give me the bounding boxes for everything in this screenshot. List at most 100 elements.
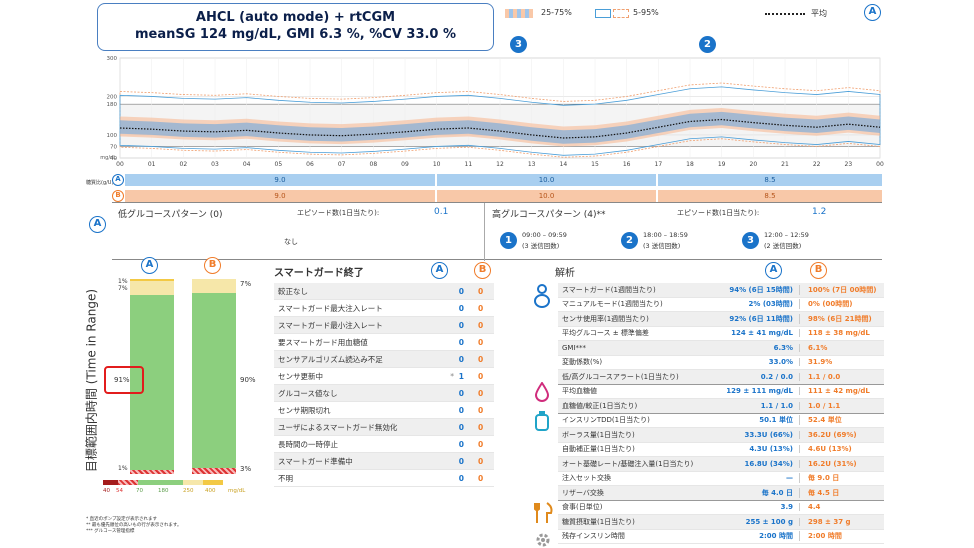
pattern-divider: [484, 203, 485, 261]
low-pattern-episodes-label: エピソード数(1日当たり):: [297, 209, 380, 217]
high-pattern-episodes: 1.2: [812, 207, 827, 217]
tir-a-low: [130, 470, 174, 474]
analysis-row-a: 毎 4.0 日: [761, 488, 793, 497]
footnote-3: *** グルコース管理指標: [86, 529, 135, 534]
analysis-row-b: 毎 4.5 日: [799, 487, 884, 498]
pattern-section: 低グルコースパターン (0) エピソード数(1日当たり): 0.1 なし 高グル…: [112, 202, 882, 261]
basal-a-seg1: 9.0: [125, 174, 437, 186]
smartguard-row: センサ期限切れ 0 0: [274, 402, 494, 419]
blood-drop-icon: [535, 382, 549, 402]
scale-high: [183, 480, 203, 485]
smartguard-row: ユーザによるスマートガード無効化 0 0: [274, 419, 494, 436]
smartguard-row-a: 0: [458, 388, 464, 398]
legend-a-badge: A: [864, 4, 881, 21]
analysis-row-label: 平均グルコース ± 標準偏差: [562, 329, 649, 338]
smartguard-row: グルコース値なし 0 0: [274, 385, 494, 402]
analysis-row-b: 111 ± 42 mg/dL: [799, 387, 884, 396]
high-pattern-1-count: (3 送信回数): [522, 242, 560, 250]
smartguard-row-b: 0: [478, 337, 484, 347]
x-tick-label: 04: [243, 161, 251, 168]
analysis-row: センサ使用率(1週間当たり) 92% (6日 11時間) 98% (6日 21時間): [558, 312, 884, 327]
tir-b-low: [192, 468, 236, 474]
analysis-row: 残存インスリン時間 2:00 時間 2:00 時間: [558, 530, 884, 544]
smartguard-row: センサアルゴリズム読込み不足 0 0: [274, 351, 494, 368]
basal-b-seg3: 8.5: [764, 192, 776, 200]
analysis-row: 食事(日単位) 3.9 4.4: [558, 501, 884, 515]
analysis-row-label: マニュアルモード(1週間当たり): [562, 300, 663, 309]
x-tick-label: 08: [370, 161, 378, 168]
x-tick-label: 20: [750, 161, 758, 168]
header-stats: meanSG 124 mg/dL, GMI 6.3 %, %CV 33.0 %: [134, 27, 457, 42]
tir-scale-labels: 40 54 70 180 250 400 mg/dL: [103, 488, 253, 496]
smartguard-title: スマートガード終了: [274, 268, 364, 279]
basal-a-badge: A: [112, 174, 124, 186]
analysis-row: マニュアルモード(1週間当たり) 2% (03時間) 0% (00時間): [558, 298, 884, 312]
x-tick-label: 07: [338, 161, 346, 168]
analysis-row-label: センサ使用率(1週間当たり): [562, 314, 649, 323]
smartguard-row-label: 長時間の一時停止: [278, 439, 338, 449]
tir-b-bottom-label: 3%: [240, 465, 252, 473]
legend-range-label: 5-95%: [633, 8, 659, 17]
analysis-row-label: 糖質摂取量(1日当たり): [562, 517, 635, 526]
y-tick-label: 70: [110, 144, 117, 150]
x-tick-label: 10: [433, 161, 441, 168]
legend-range-swatch-a: [595, 9, 611, 18]
analysis-row-label: ボーラス量(1日当たり): [562, 430, 635, 439]
legend-iqr-label: 25-75%: [541, 8, 572, 17]
smartguard-row-label: 較正なし: [278, 286, 308, 296]
analysis-row-b: 52.4 単位: [799, 415, 884, 426]
scale-very-high: [203, 480, 223, 485]
analysis-row-label: スマートガード(1週間当たり): [562, 285, 656, 294]
x-tick-label: 21: [781, 161, 789, 168]
analysis-row-b: 1.0 / 1.1: [799, 401, 884, 410]
analysis-row-a: 92% (6日 11時間): [729, 314, 793, 323]
y-unit-label: mg/dL: [100, 155, 116, 161]
basal-a-row: 9.0 10.0 8.5: [125, 174, 882, 186]
legend-mean-line: [765, 13, 805, 15]
scale-low: [118, 480, 138, 485]
basal-a-seg3: 8.5: [764, 176, 776, 184]
x-tick-label: 15: [591, 161, 599, 168]
analysis-row-label: インスリンTDD(1日当たり): [562, 416, 650, 425]
x-tick-label: 13: [528, 161, 536, 168]
high-pattern-2-time: 18:00 – 18:59: [643, 231, 688, 239]
analysis-row-b: 0% (00時間): [799, 299, 884, 310]
smartguard-row-a: 0: [458, 320, 464, 330]
smartguard-row-label: スマートガード準備中: [278, 456, 353, 466]
analysis-row-a: 124 ± 41 mg/dL: [731, 329, 793, 338]
header-box: AHCL (auto mode) + rtCGM meanSG 124 mg/d…: [97, 3, 494, 51]
analysis-row-a: 2:00 時間: [759, 532, 793, 541]
analysis-row-a: 1.1 / 1.0: [760, 401, 793, 410]
analysis-a-badge: A: [765, 262, 782, 279]
x-tick-label: 22: [813, 161, 821, 168]
legend-range-swatch-b: [613, 9, 629, 18]
smartguard-row-a: 0: [458, 473, 464, 483]
analysis-row-b: 98% (6日 21時間): [799, 313, 884, 324]
analysis-row: 平均グルコース ± 標準偏差 124 ± 41 mg/dL 118 ± 38 mg/…: [558, 327, 884, 341]
x-tick-label: 06: [306, 161, 314, 168]
y-tick-label: 100: [107, 133, 118, 139]
x-tick-label: 17: [655, 161, 663, 168]
x-tick-label: 19: [718, 161, 726, 168]
smartguard-row-a: 0: [458, 439, 464, 449]
smartguard-row-label: スマートガード最大注入レート: [278, 303, 383, 313]
analysis-row-b: 100% (7日 00時間): [799, 284, 884, 295]
analysis-row-label: 自動補正量(1日当たり): [562, 445, 635, 454]
smartguard-row-label: センサ更新中: [278, 371, 323, 381]
legend-mean-label: 平均: [811, 9, 827, 18]
y-tick-label: 200: [107, 94, 118, 100]
scale-400: 400: [205, 488, 216, 494]
analysis-row-label: 平均血糖値: [562, 387, 597, 396]
smartguard-row-a: 0: [458, 456, 464, 466]
basal-b-row: 9.0 10.0 8.5: [125, 190, 882, 202]
smartguard-row: 不明 0 0: [274, 470, 494, 487]
legend: 25-75% 5-95% 平均: [505, 7, 885, 21]
smartguard-row-a: 0: [458, 337, 464, 347]
smartguard-row-b: 0: [478, 422, 484, 432]
high-pattern-2-count: (3 送信回数): [643, 242, 681, 250]
sensor-icon: [534, 284, 550, 308]
tir-bar-b: [192, 279, 236, 474]
y-tick-label: 300: [107, 56, 118, 62]
tir-ylabel: 目標範囲内時間 (Time in Range): [84, 288, 99, 473]
scale-54: 54: [116, 488, 123, 494]
